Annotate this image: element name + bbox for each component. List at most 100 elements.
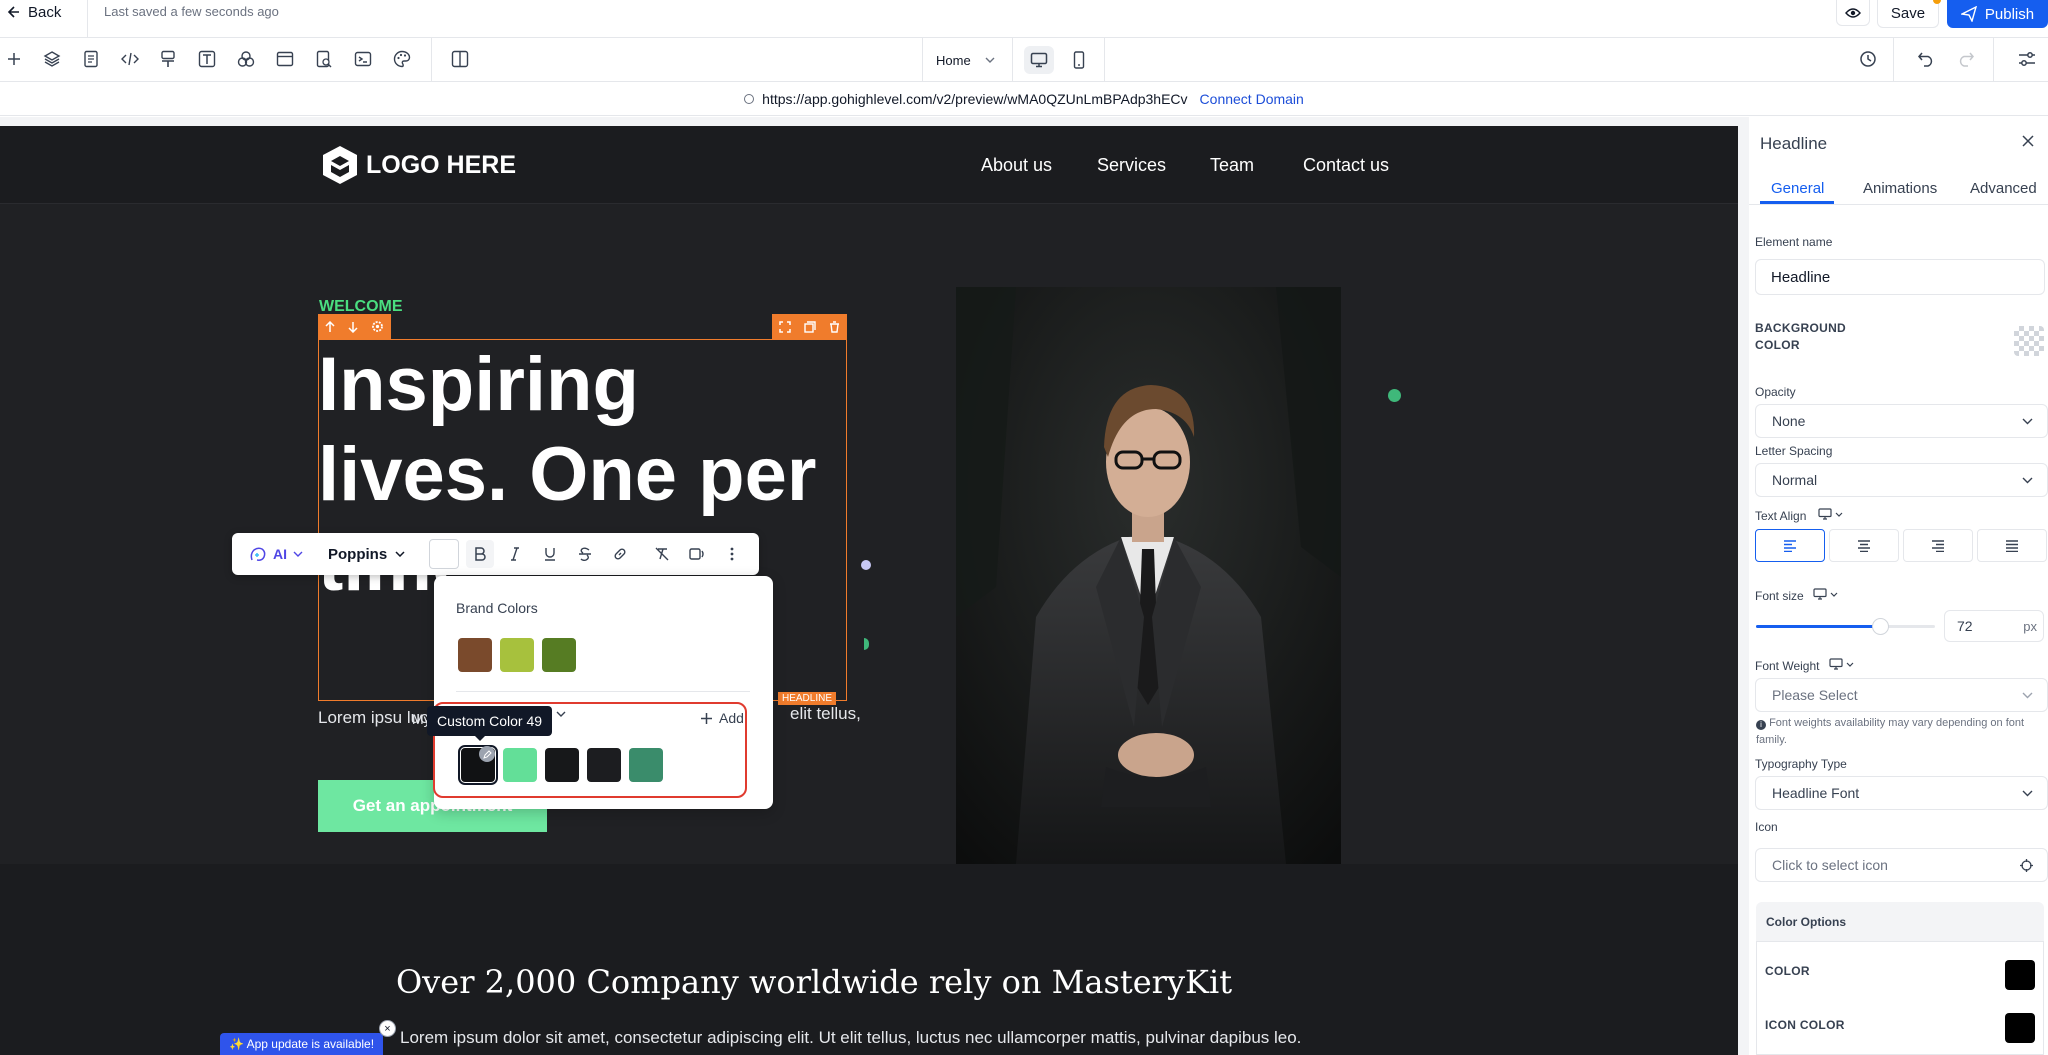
- nav-link-services[interactable]: Services: [1097, 155, 1166, 176]
- tab-animations[interactable]: Animations: [1863, 180, 1937, 197]
- section-heading[interactable]: Over 2,000 Company worldwide rely on Mas…: [0, 963, 1738, 1001]
- nav-link-team[interactable]: Team: [1210, 155, 1254, 176]
- arrow-up-icon[interactable]: [325, 320, 335, 333]
- responsive-toggle[interactable]: [1829, 658, 1854, 670]
- section-paragraph[interactable]: Lorem ipsum dolor sit amet, consectetur …: [400, 1028, 1301, 1048]
- brand-color-swatch[interactable]: [458, 638, 492, 672]
- layout-icon[interactable]: [274, 48, 296, 70]
- color-swatch[interactable]: [2005, 960, 2035, 990]
- hero-image[interactable]: [956, 287, 1341, 864]
- duplicate-icon[interactable]: [804, 320, 816, 333]
- nav-link-contact[interactable]: Contact us: [1303, 155, 1389, 176]
- layers-icon[interactable]: [41, 48, 63, 70]
- font-weight-note-text: Font weights availability may vary depen…: [1756, 717, 2025, 746]
- brand-color-swatch[interactable]: [500, 638, 534, 672]
- desktop-view-button[interactable]: [1024, 46, 1054, 74]
- text-color-swatch[interactable]: [429, 539, 460, 569]
- align-center-icon: [1857, 539, 1871, 552]
- expand-icon[interactable]: [778, 320, 791, 333]
- gear-icon[interactable]: [371, 320, 384, 333]
- add-icon[interactable]: [3, 48, 25, 70]
- app-update-banner[interactable]: ✨ App update is available!: [220, 1033, 384, 1055]
- pages-icon[interactable]: [80, 48, 102, 70]
- palette-icon[interactable]: [391, 48, 413, 70]
- preview-button[interactable]: [1836, 0, 1870, 26]
- divider: [431, 38, 432, 82]
- align-justify-button[interactable]: [1977, 529, 2047, 562]
- tab-advanced[interactable]: Advanced: [1970, 180, 2037, 197]
- site-header[interactable]: [0, 126, 1738, 204]
- background-color-swatch[interactable]: [2014, 326, 2044, 356]
- divider: [922, 38, 923, 82]
- publish-label: Publish: [1984, 5, 2035, 23]
- save-button[interactable]: Save: [1877, 0, 1939, 28]
- letter-spacing-select[interactable]: Normal: [1755, 463, 2048, 497]
- history-icon[interactable]: [1857, 48, 1879, 70]
- bold-icon[interactable]: [466, 540, 495, 568]
- close-icon[interactable]: [2021, 134, 2035, 148]
- mobile-icon: [1073, 51, 1085, 69]
- page-select[interactable]: Home: [924, 38, 1012, 82]
- font-size-input[interactable]: 72 px: [1944, 610, 2044, 642]
- more-icon[interactable]: [718, 540, 746, 568]
- settings-sliders-icon[interactable]: [2016, 48, 2038, 70]
- arrow-down-icon[interactable]: [348, 321, 358, 333]
- responsive-toggle[interactable]: [1813, 588, 1838, 600]
- font-size-slider-fill: [1756, 625, 1880, 628]
- font-size-slider-handle[interactable]: [1872, 618, 1889, 635]
- logo-text: LOGO HERE: [366, 150, 517, 179]
- align-center-button[interactable]: [1829, 529, 1899, 562]
- typography-type-label: Typography Type: [1755, 757, 1847, 771]
- redo-icon[interactable]: [1955, 48, 1977, 70]
- site-logo[interactable]: LOGO HERE: [320, 144, 516, 186]
- font-family-value: Poppins: [328, 545, 388, 563]
- brand-color-swatch[interactable]: [542, 638, 576, 672]
- icon-color-swatch[interactable]: [2005, 1013, 2035, 1043]
- connect-domain-link[interactable]: Connect Domain: [1200, 91, 1304, 107]
- typography-type-select[interactable]: Headline Font: [1755, 776, 2048, 810]
- desktop-icon: [1813, 588, 1827, 600]
- chevron-down-icon: [395, 551, 405, 557]
- typography-type-value: Headline Font: [1772, 785, 1860, 801]
- font-size-unit: px: [2023, 618, 2037, 634]
- preview-url[interactable]: https://app.gohighlevel.com/v2/preview/w…: [762, 91, 1187, 107]
- underline-icon[interactable]: [536, 540, 564, 568]
- brush-icon[interactable]: [157, 48, 179, 70]
- divider: [87, 0, 88, 38]
- canvas-edge: [0, 117, 1738, 126]
- link-icon[interactable]: [606, 540, 634, 568]
- undo-icon[interactable]: [1915, 48, 1937, 70]
- divider: [1104, 38, 1105, 82]
- align-left-button[interactable]: [1755, 529, 1825, 562]
- shapes-icon[interactable]: [235, 48, 257, 70]
- icon-color-label: ICON COLOR: [1765, 1018, 1845, 1032]
- chevron-down-icon: [2022, 790, 2033, 797]
- align-right-button[interactable]: [1903, 529, 1973, 562]
- close-icon[interactable]: ×: [379, 1020, 396, 1037]
- ai-assist-button[interactable]: AI: [249, 546, 303, 562]
- font-weight-select[interactable]: Please Select: [1755, 678, 2048, 712]
- mobile-view-button[interactable]: [1064, 46, 1094, 74]
- opacity-select[interactable]: None: [1755, 404, 2048, 438]
- responsive-toggle[interactable]: [1818, 508, 1843, 520]
- font-family-select[interactable]: Poppins: [328, 546, 405, 563]
- element-name-input[interactable]: Headline: [1755, 259, 2045, 295]
- code-icon[interactable]: [119, 48, 141, 70]
- text-align-label: Text Align: [1755, 509, 1807, 523]
- text-to-speech-icon[interactable]: [683, 540, 711, 568]
- publish-button[interactable]: Publish: [1947, 0, 2048, 28]
- clear-format-icon[interactable]: [648, 540, 676, 568]
- tab-general[interactable]: General: [1771, 180, 1824, 197]
- chevron-down-icon: [1830, 592, 1838, 597]
- italic-icon[interactable]: [501, 540, 529, 568]
- trash-icon[interactable]: [829, 320, 840, 333]
- terminal-icon[interactable]: [352, 48, 374, 70]
- nav-link-about[interactable]: About us: [981, 155, 1052, 176]
- strikethrough-icon[interactable]: [571, 540, 599, 568]
- text-icon[interactable]: [196, 48, 218, 70]
- page-search-icon[interactable]: [313, 48, 335, 70]
- font-size-label: Font size: [1755, 589, 1804, 603]
- back-button[interactable]: Back: [0, 0, 61, 24]
- icon-select[interactable]: Click to select icon: [1755, 848, 2048, 882]
- split-view-icon[interactable]: [449, 48, 471, 70]
